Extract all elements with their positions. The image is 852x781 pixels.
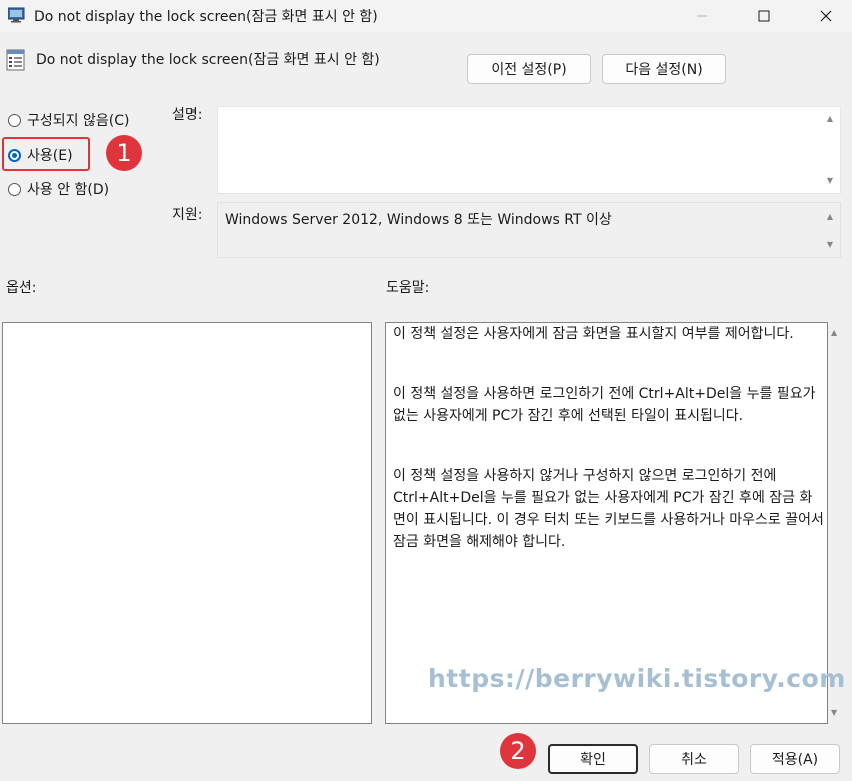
help-label: 도움말: [386,280,430,296]
options-pane [2,322,372,724]
minimize-button[interactable] [672,0,732,32]
scroll-down-icon[interactable]: ▼ [827,241,833,249]
radio-disabled[interactable]: 사용 안 함(D) [8,179,109,199]
next-setting-button[interactable]: 다음 설정(N) [602,54,726,84]
previous-setting-button[interactable]: 이전 설정(P) [467,54,591,84]
policy-name: Do not display the lock screen(잠금 화면 표시 … [36,52,380,68]
radio-not-configured-control[interactable] [8,113,21,127]
comment-textarea[interactable]: ▲ ▼ [217,106,841,194]
minimize-icon [697,15,707,17]
radio-disabled-label: 사용 안 함(D) [27,182,110,198]
maximize-button[interactable] [734,0,794,32]
radio-not-configured[interactable]: 구성되지 않음(C) [8,110,129,130]
title-bar: Do not display the lock screen(잠금 화면 표시 … [0,0,852,32]
step-1-badge: 1 [106,135,142,171]
ok-button[interactable]: 확인 [548,744,638,774]
cancel-button[interactable]: 취소 [649,744,739,774]
supported-on-box: Windows Server 2012, Windows 8 또는 Window… [217,202,841,258]
help-paragraph: 이 정책 설정은 사용자에게 잠금 화면을 표시할지 여부를 제어합니다. [393,326,794,342]
radio-disabled-control[interactable] [8,182,21,196]
policy-setting-icon [6,49,25,71]
window-title: Do not display the lock screen(잠금 화면 표시 … [34,9,378,25]
comment-label: 설명: [172,107,203,123]
step-2-badge: 2 [500,733,536,769]
scroll-down-icon[interactable]: ▼ [831,708,837,717]
close-icon [820,10,832,22]
scroll-up-icon[interactable]: ▲ [827,115,833,123]
supported-on-value: Windows Server 2012, Windows 8 또는 Window… [225,212,612,228]
policy-app-icon [8,7,25,23]
apply-button[interactable]: 적용(A) [750,744,840,774]
scroll-up-icon[interactable]: ▲ [827,213,833,221]
supported-on-label: 지원: [172,207,203,223]
scroll-down-icon[interactable]: ▼ [827,177,833,185]
watermark-text: https://berrywiki.tistory.com [428,664,846,693]
options-label: 옵션: [6,280,37,296]
maximize-icon [758,10,770,22]
scroll-up-icon[interactable]: ▲ [831,328,837,337]
help-paragraph: 이 정책 설정을 사용하면 로그인하기 전에 Ctrl+Alt+Del을 누를 … [393,386,816,424]
close-button[interactable] [796,0,852,32]
help-paragraph: 이 정책 설정을 사용하지 않거나 구성하지 않으면 로그인하기 전에 Ctrl… [393,468,824,550]
radio-not-configured-label: 구성되지 않음(C) [27,113,130,129]
enabled-highlight-box [2,137,90,171]
